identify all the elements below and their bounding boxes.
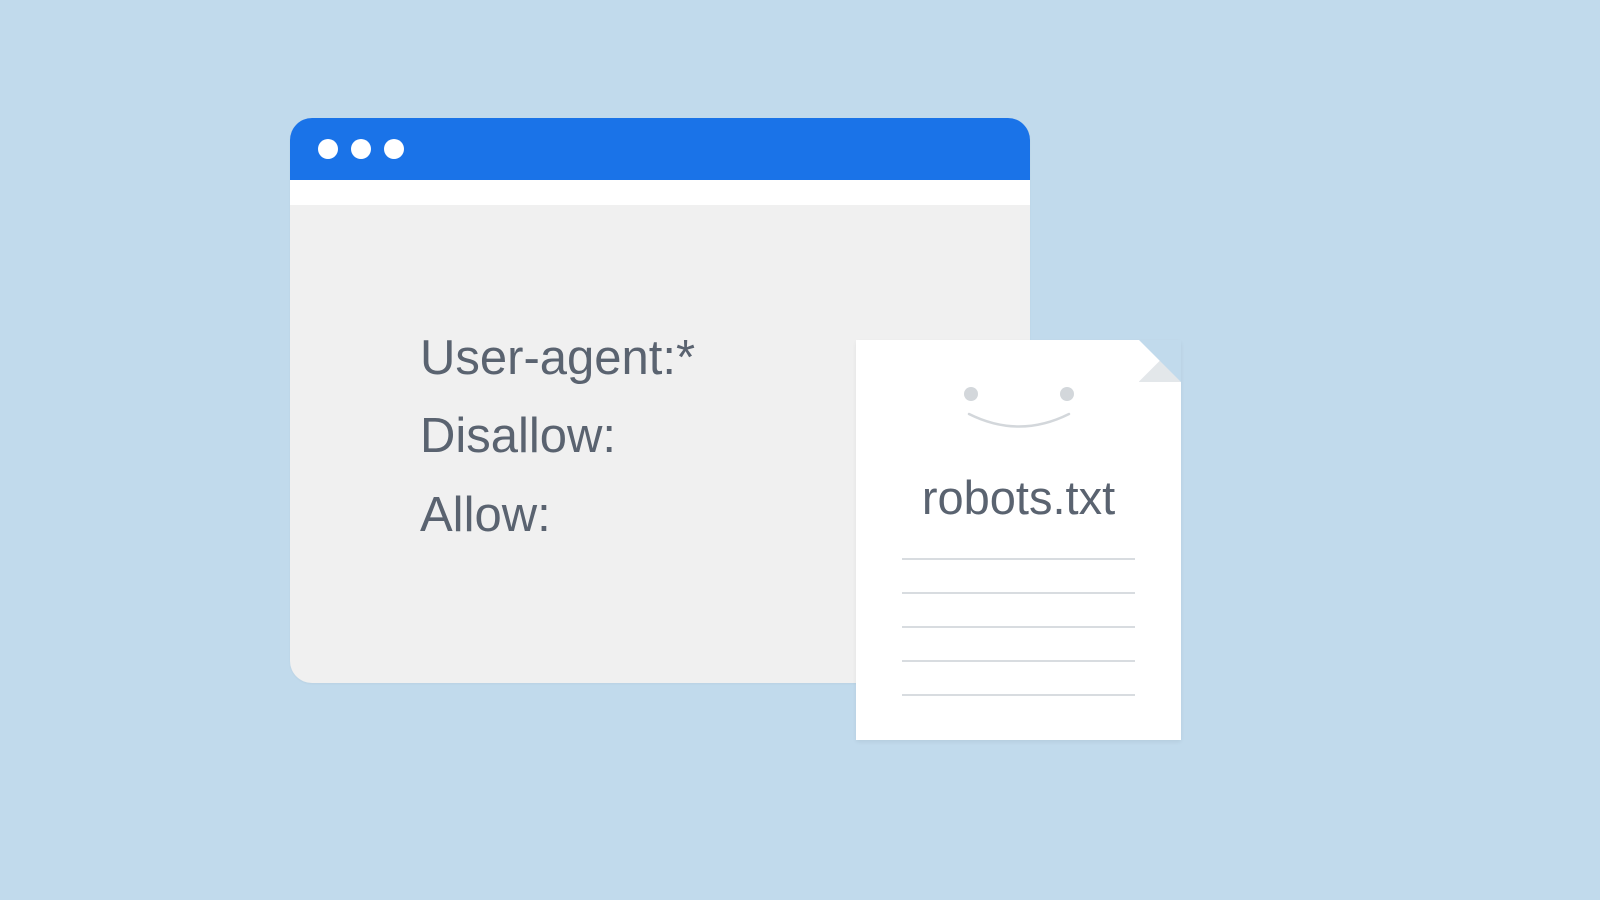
window-dot-icon	[351, 139, 371, 159]
smile-icon	[949, 409, 1089, 439]
document-icon: robots.txt	[856, 340, 1181, 740]
text-line-icon	[902, 694, 1135, 696]
title-bar	[290, 118, 1030, 180]
text-line-icon	[902, 558, 1135, 560]
window-dot-icon	[384, 139, 404, 159]
window-dot-icon	[318, 139, 338, 159]
text-line-icon	[902, 660, 1135, 662]
document-lines	[902, 558, 1135, 728]
url-bar	[290, 180, 1030, 205]
text-line-icon	[902, 626, 1135, 628]
eye-icon	[964, 387, 978, 401]
smiley-face-icon	[856, 375, 1181, 439]
eye-icon	[1060, 387, 1074, 401]
text-line-icon	[902, 592, 1135, 594]
document-label: robots.txt	[856, 470, 1181, 525]
